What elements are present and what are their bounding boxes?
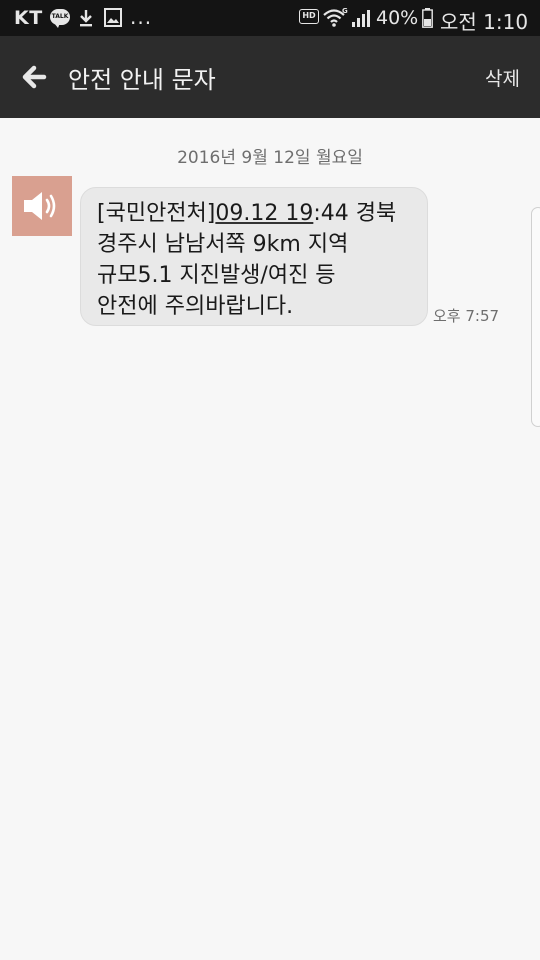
message-line-3: 규모5.1 지진발생/여진 등: [97, 263, 336, 288]
image-icon: [104, 8, 122, 27]
cell-signal-icon: [352, 10, 370, 27]
clock: 오전 1:10: [440, 10, 529, 34]
sender-avatar[interactable]: [12, 176, 72, 236]
back-arrow-icon[interactable]: [14, 56, 56, 98]
delete-button[interactable]: 삭제: [485, 64, 520, 91]
more-notifications-indicator: ...: [130, 5, 153, 29]
app-bar: 안전 안내 문자 삭제: [0, 36, 540, 118]
wifi-icon: G: [323, 7, 348, 27]
message-line-2: 경주시 남남서쪽 9km 지역: [97, 232, 349, 257]
hd-voice-icon: HD: [299, 9, 319, 24]
date-divider: 2016년 9월 12일 월요일: [177, 148, 363, 168]
svg-text:G: G: [342, 7, 348, 15]
page-title: 안전 안내 문자: [68, 66, 216, 94]
message-bubble[interactable]: [국민안전처]09.12 19:44 경북 경주시 남남서쪽 9km 지역 규모…: [80, 187, 428, 326]
message-line-1: [국민안전처]09.12 19:44 경북: [97, 198, 417, 229]
battery-icon: [422, 8, 433, 28]
message-line-4: 안전에 주의바랍니다.: [97, 294, 294, 319]
download-icon: [80, 10, 92, 27]
carrier-label: KT: [14, 7, 43, 29]
message-time: 오후 7:57: [433, 307, 500, 325]
kakaotalk-notification-icon: TALK: [50, 9, 70, 28]
message-text: :44 경북: [313, 201, 397, 226]
speaker-icon: [24, 192, 56, 220]
battery-percent: 40%: [376, 7, 419, 29]
message-date-link[interactable]: 09.12 19: [215, 201, 313, 226]
edge-panel-handle[interactable]: [531, 207, 540, 427]
status-bar: KT TALK ... HD G 40% 오전 1:10: [0, 0, 540, 36]
message-sender-tag: [국민안전처]: [97, 201, 216, 226]
